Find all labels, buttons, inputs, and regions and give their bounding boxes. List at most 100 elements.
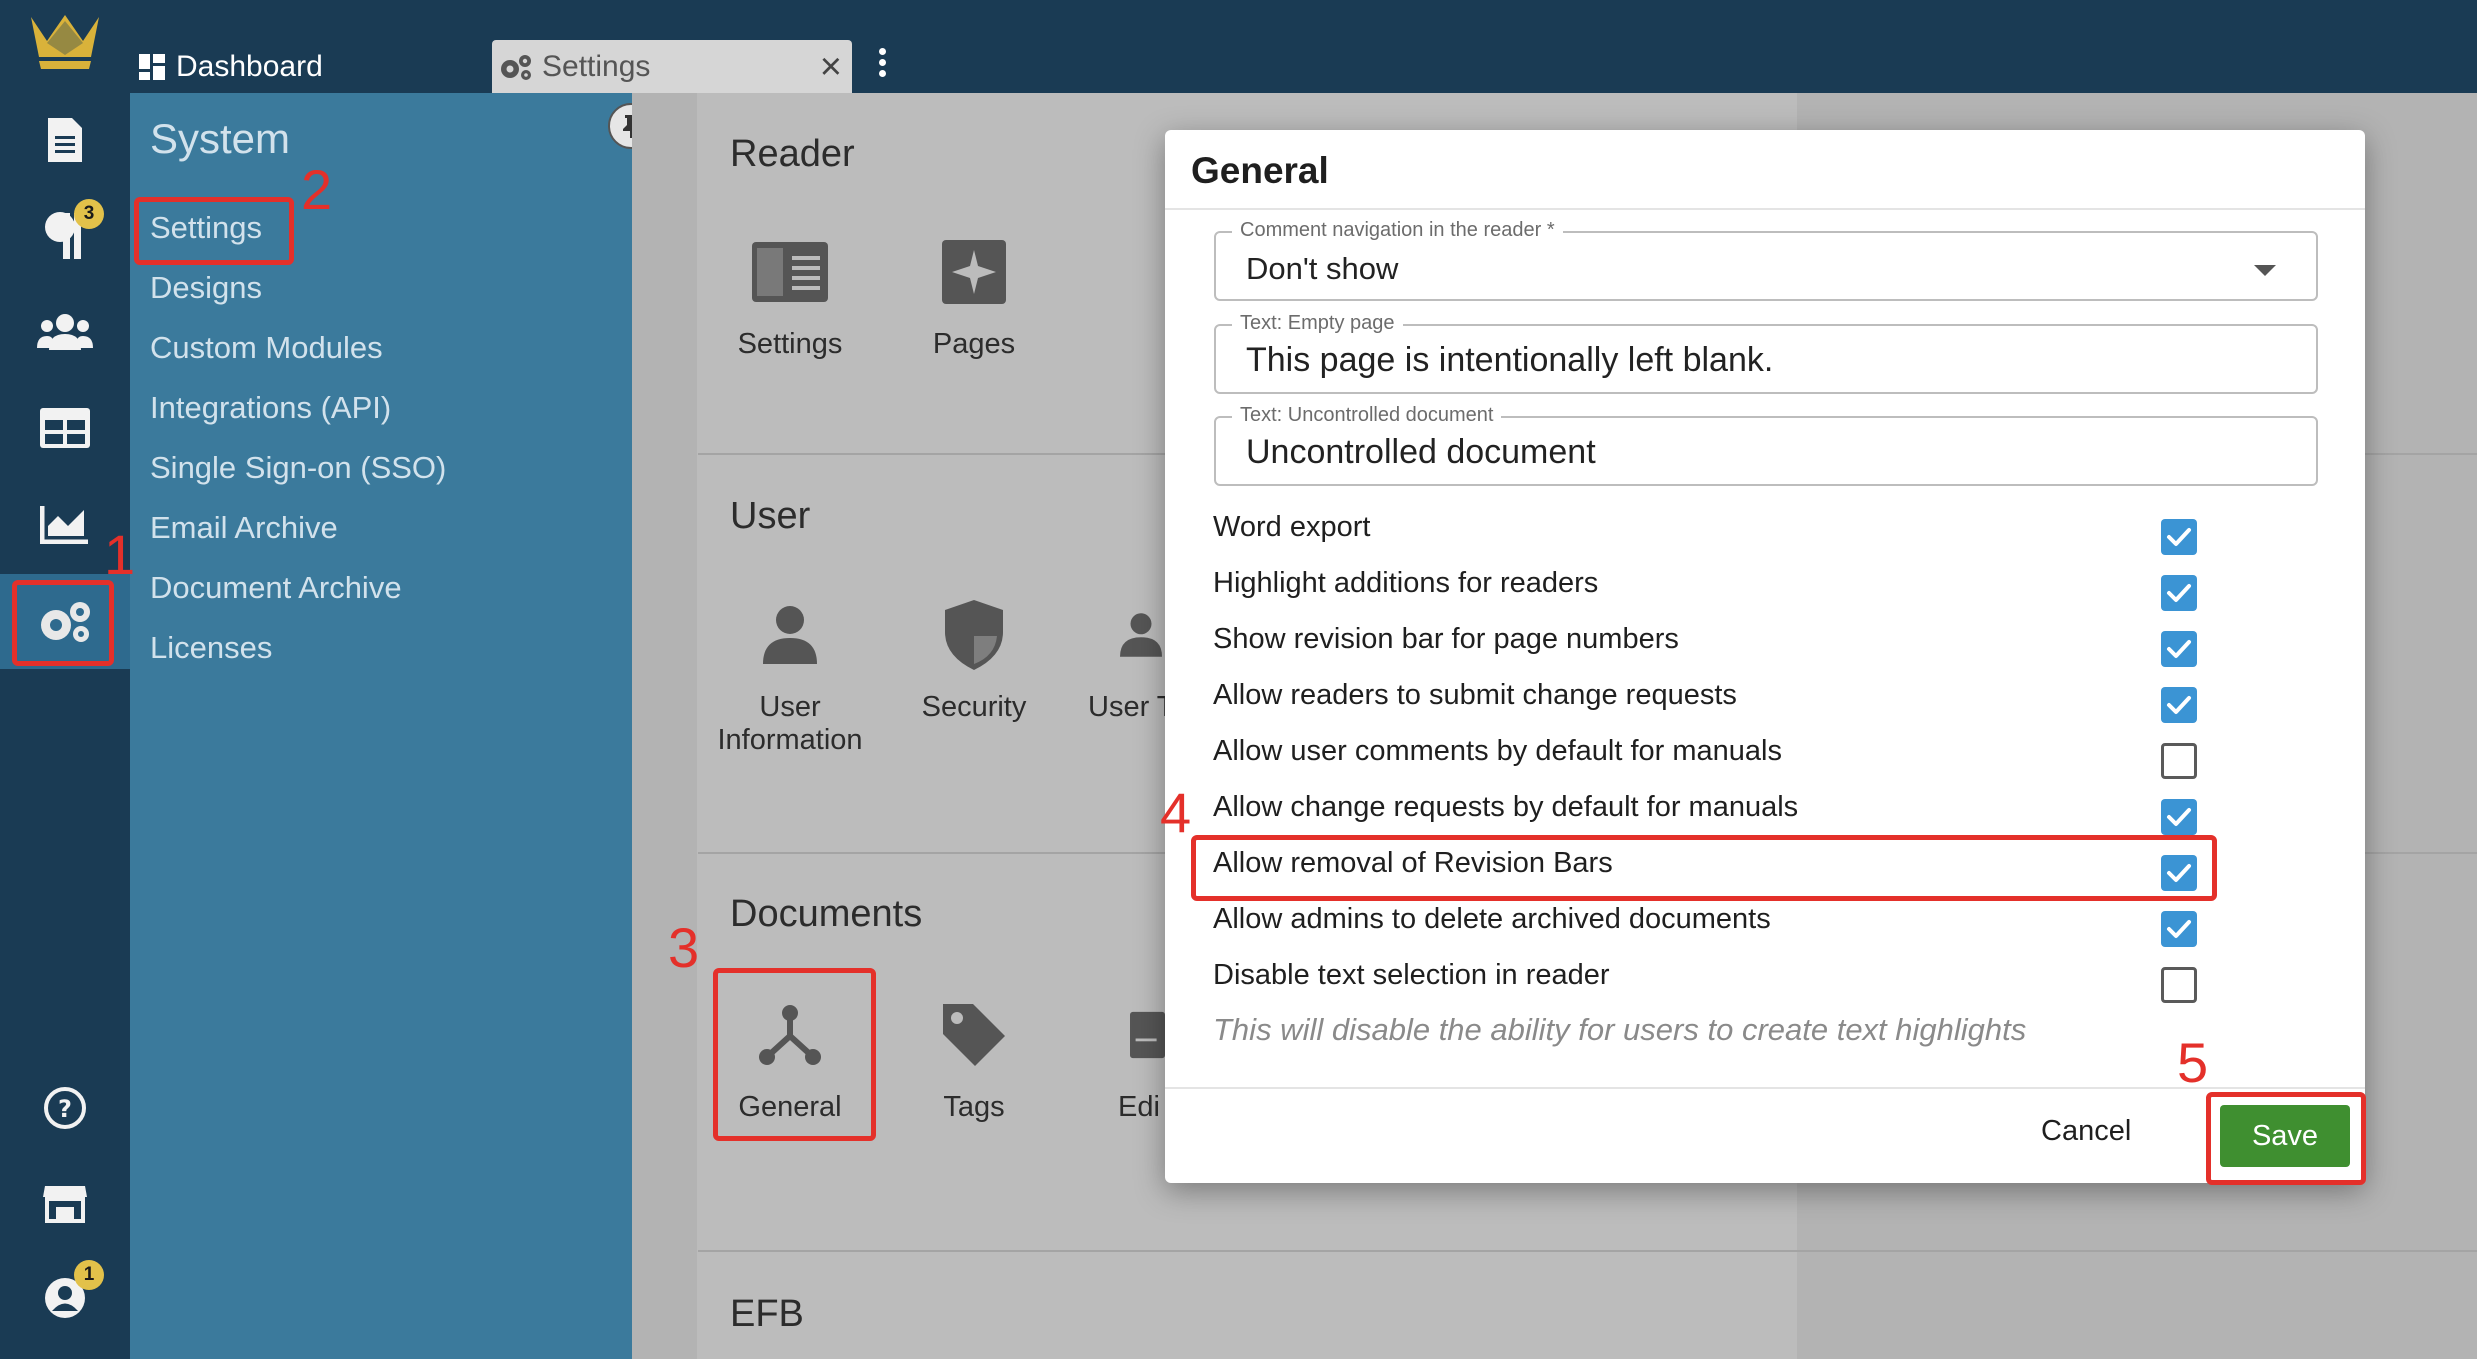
- help-icon[interactable]: ?: [0, 1068, 130, 1148]
- field-value: Don't show: [1246, 251, 1399, 286]
- tab-settings-label: Settings: [542, 49, 651, 83]
- checkmark-icon: [2167, 584, 2191, 602]
- field-label: Text: Empty page: [1232, 312, 1403, 335]
- tag-icon: [889, 985, 1059, 1085]
- tile-label: User Information: [717, 691, 863, 756]
- checkmark-icon: [2167, 920, 2191, 938]
- option-label: Allow user comments by default for manua…: [1213, 735, 1782, 767]
- option-label: Allow readers to submit change requests: [1213, 679, 1737, 711]
- comment-navigation-select[interactable]: Comment navigation in the reader * Don't…: [1214, 219, 2318, 301]
- tab-dashboard-label: Dashboard: [176, 49, 323, 83]
- option-label: Allow admins to delete archived document…: [1213, 903, 1771, 935]
- system-sidebar: System Settings Designs Custom Modules I…: [130, 93, 654, 1359]
- option-label: Disable text selection in reader: [1213, 959, 1610, 991]
- annotation-number-3: 3: [668, 916, 700, 979]
- sidebar-item-licenses[interactable]: Licenses: [150, 630, 272, 666]
- tile-label: Pages: [932, 328, 1016, 360]
- section-title-user: User: [730, 495, 811, 537]
- close-icon[interactable]: ×: [820, 46, 842, 89]
- helper-text: This will disable the ability for users …: [1213, 1012, 2027, 1047]
- tile-label: User T: [1088, 691, 1165, 723]
- icon-rail: 3 ? 1: [0, 0, 130, 1359]
- document-icon[interactable]: [0, 100, 130, 180]
- sidebar-title: System: [150, 115, 291, 162]
- dialog-title: General: [1191, 150, 1329, 191]
- tile-tags[interactable]: Tags: [889, 985, 1059, 1124]
- tile-reader-settings[interactable]: Settings: [705, 222, 875, 361]
- checkmark-icon: [2167, 528, 2191, 546]
- empty-page-text-field[interactable]: Text: Empty page This page is intentiona…: [1214, 312, 2318, 394]
- checkmark-icon: [2167, 640, 2191, 658]
- option-label: Highlight additions for readers: [1213, 567, 1599, 599]
- annotation-number-5: 5: [2177, 1031, 2209, 1094]
- tile-user-information[interactable]: User Information: [705, 585, 875, 757]
- tile-edit[interactable]: Edi: [1085, 985, 1165, 1124]
- top-bar: Dashboard Settings ×: [0, 0, 2477, 93]
- user-icon: [705, 585, 875, 685]
- checkmark-icon: [2167, 808, 2191, 826]
- cancel-button[interactable]: Cancel: [2041, 1115, 2131, 1148]
- option-label: Allow change requests by default for man…: [1213, 791, 1799, 823]
- sidebar-item-designs[interactable]: Designs: [150, 270, 262, 306]
- checkmark-icon: [2167, 696, 2191, 714]
- table-icon[interactable]: [0, 388, 130, 468]
- general-settings-dialog: General Comment navigation in the reader…: [1165, 130, 2365, 1183]
- tile-label: Security: [921, 691, 1027, 723]
- disable-text-selection-checkbox[interactable]: [2161, 967, 2197, 1003]
- section-divider: [698, 1250, 2477, 1252]
- users-icon[interactable]: [0, 292, 130, 372]
- option-label: Show revision bar for page numbers: [1213, 623, 1679, 655]
- field-value: This page is intentionally left blank.: [1246, 341, 1774, 379]
- tile-reader-pages[interactable]: Pages: [889, 222, 1059, 361]
- annotation-number-1: 1: [104, 523, 136, 586]
- notification-badge: 3: [74, 199, 104, 229]
- gears-icon: [501, 54, 531, 80]
- sidebar-item-sso[interactable]: Single Sign-on (SSO): [150, 450, 446, 486]
- field-label: Comment navigation in the reader *: [1232, 219, 1563, 242]
- puzzle-icon: [889, 222, 1059, 322]
- annotation-box-3: [713, 968, 876, 1141]
- annotation-number-2: 2: [301, 158, 333, 221]
- section-title-documents: Documents: [730, 893, 923, 935]
- annotation-box-1: [12, 580, 114, 666]
- tile-security[interactable]: Security: [889, 585, 1059, 724]
- tile-user-types[interactable]: User T: [1070, 585, 1165, 724]
- annotation-box-2: [134, 197, 294, 265]
- option-label: Word export: [1213, 511, 1371, 543]
- word-export-checkbox[interactable]: [2161, 519, 2197, 555]
- sidebar-item-email-archive[interactable]: Email Archive: [150, 510, 338, 546]
- notification-badge: 1: [74, 1260, 104, 1290]
- sidebar-item-integrations[interactable]: Integrations (API): [150, 390, 391, 426]
- user-comments-default-checkbox[interactable]: [2161, 743, 2197, 779]
- delete-archived-documents-checkbox[interactable]: [2161, 911, 2197, 947]
- document-edit-icon: [1085, 985, 1165, 1085]
- sidebar-item-custom-modules[interactable]: Custom Modules: [150, 330, 383, 366]
- crown-logo[interactable]: [0, 6, 130, 76]
- field-value: Uncontrolled document: [1246, 433, 1596, 471]
- section-title-reader: Reader: [730, 133, 855, 175]
- uncontrolled-document-text-field[interactable]: Text: Uncontrolled document Uncontrolled…: [1214, 404, 2318, 486]
- tab-settings[interactable]: Settings ×: [492, 40, 852, 93]
- dashboard-icon: [139, 53, 165, 80]
- tile-label: Settings: [737, 328, 843, 360]
- account-icon[interactable]: 1: [0, 1258, 130, 1338]
- annotation-number-4: 4: [1160, 781, 1192, 844]
- tab-dashboard[interactable]: Dashboard: [138, 40, 323, 93]
- revision-bar-page-numbers-checkbox[interactable]: [2161, 631, 2197, 667]
- change-requests-default-checkbox[interactable]: [2161, 799, 2197, 835]
- more-vertical-icon[interactable]: [872, 44, 892, 84]
- paragraph-icon[interactable]: 3: [0, 195, 130, 275]
- submit-change-requests-checkbox[interactable]: [2161, 687, 2197, 723]
- svg-text:?: ?: [58, 1095, 72, 1123]
- store-icon[interactable]: [0, 1163, 130, 1243]
- annotation-box-5: [2206, 1092, 2366, 1185]
- tile-label: Tags: [943, 1091, 1005, 1123]
- tile-label: Edi: [1118, 1091, 1160, 1123]
- annotation-box-4: [1191, 835, 2217, 901]
- shield-icon: [889, 585, 1059, 685]
- users-icon: [1070, 585, 1165, 685]
- chevron-down-icon: [2254, 265, 2276, 276]
- reader-settings-icon: [705, 222, 875, 322]
- sidebar-item-document-archive[interactable]: Document Archive: [150, 570, 402, 606]
- highlight-additions-checkbox[interactable]: [2161, 575, 2197, 611]
